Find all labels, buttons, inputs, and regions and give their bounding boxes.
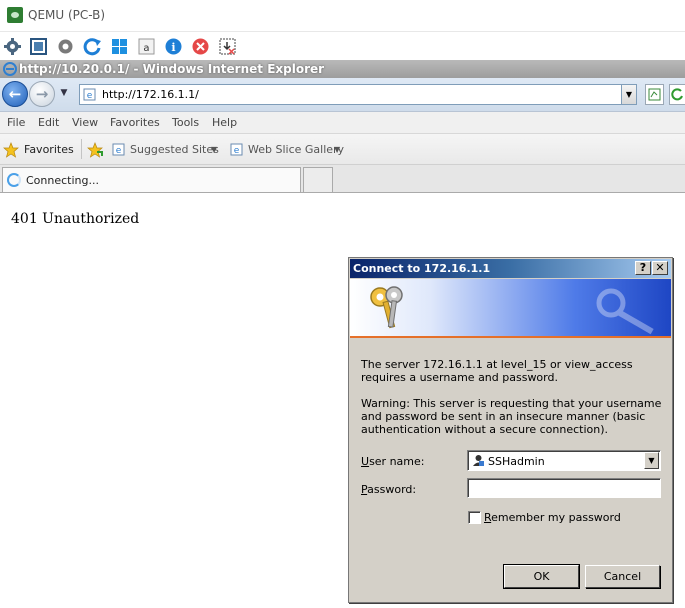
dialog-title: Connect to 172.16.1.1	[353, 262, 491, 275]
svg-text:e: e	[234, 146, 240, 156]
qemu-toolbar: a i	[0, 33, 685, 60]
web-slice-gallery-link[interactable]: Web Slice Gallery	[248, 143, 344, 156]
dialog-help-button[interactable]: ?	[635, 261, 651, 275]
remember-password-checkbox[interactable]	[468, 511, 481, 524]
dialog-warning: Warning: This server is requesting that …	[361, 397, 662, 436]
menu-view[interactable]: View	[72, 116, 98, 129]
back-button[interactable]: ←	[2, 81, 28, 107]
username-dropdown-icon[interactable]: ▼	[644, 452, 659, 469]
menu-help[interactable]: Help	[212, 116, 237, 129]
dialog-message: The server 172.16.1.1 at level_15 or vie…	[361, 358, 633, 384]
dialog-title-bar[interactable]: Connect to 172.16.1.1 ? ✕	[350, 259, 671, 278]
dialog-close-button[interactable]: ✕	[652, 261, 668, 275]
fullscreen-icon[interactable]	[29, 37, 48, 56]
svg-text:e: e	[87, 91, 93, 101]
dialog-banner	[350, 279, 671, 338]
forward-arrow-icon: →	[35, 85, 49, 103]
username-label: User name:	[361, 455, 424, 468]
info-icon[interactable]: i	[164, 37, 183, 56]
suggested-sites-icon: e	[112, 143, 125, 156]
address-text[interactable]: http://172.16.1.1/	[102, 88, 199, 101]
password-label: Password:	[361, 483, 416, 496]
gear-icon[interactable]	[56, 37, 75, 56]
favorites-label: Favorites	[24, 143, 74, 156]
browser-title-bar: http://10.20.0.1/ - Windows Internet Exp…	[0, 60, 685, 78]
remember-label-rest: emember my password	[491, 511, 621, 524]
ok-button[interactable]: OK	[503, 564, 580, 589]
web-slice-dropdown-icon[interactable]: ▼	[334, 145, 340, 154]
username-value[interactable]: SSHadmin	[488, 455, 545, 468]
auth-dialog: Connect to 172.16.1.1 ? ✕ The server 172…	[348, 257, 673, 603]
password-label-rest: assword:	[367, 483, 417, 496]
page-heading: 401 Unauthorized	[11, 211, 140, 227]
favorites-bar: Favorites e Suggested Sites ▼ e Web Slic…	[0, 134, 685, 165]
suggested-sites-dropdown-icon[interactable]: ▼	[211, 145, 217, 154]
recent-pages-dropdown-icon[interactable]: ▼	[58, 88, 70, 100]
svg-text:i: i	[171, 41, 175, 54]
address-bar[interactable]: e http://172.16.1.1/ ▼	[79, 84, 637, 105]
menu-favorites[interactable]: Favorites	[110, 116, 160, 129]
suggested-sites-link[interactable]: Suggested Sites	[130, 143, 219, 156]
windows-logo-icon[interactable]	[110, 37, 129, 56]
screenshot-icon[interactable]	[218, 37, 237, 56]
page-icon: e	[83, 88, 96, 101]
remember-password-label[interactable]: Remember my password	[484, 511, 621, 524]
menu-tools[interactable]: Tools	[172, 116, 199, 129]
stop-icon[interactable]	[191, 37, 210, 56]
refresh-arrows-icon	[671, 88, 683, 101]
keys-icon	[370, 286, 403, 329]
back-arrow-icon: ←	[8, 85, 22, 103]
add-to-favorites-icon[interactable]	[87, 142, 103, 158]
address-dropdown-icon[interactable]: ▼	[621, 85, 636, 104]
cancel-button[interactable]: Cancel	[585, 565, 660, 588]
internet-explorer-icon	[3, 62, 17, 76]
compatibility-view-button[interactable]	[645, 84, 664, 105]
tab-connecting[interactable]: Connecting...	[2, 167, 301, 192]
new-tab-button[interactable]	[303, 167, 333, 192]
keyboard-a-icon[interactable]: a	[137, 37, 156, 56]
compatibility-view-icon	[648, 88, 661, 101]
username-label-rest: ser name:	[369, 455, 425, 468]
qemu-window-title: QEMU (PC-B)	[28, 8, 106, 22]
settings-cog-icon[interactable]	[3, 37, 22, 56]
username-combobox[interactable]: SSHadmin ▼	[467, 450, 661, 471]
username-label-mnemonic: U	[361, 455, 370, 468]
star-icon	[3, 142, 19, 158]
forward-button[interactable]: →	[29, 81, 55, 107]
menu-file[interactable]: File	[7, 116, 25, 129]
password-field[interactable]	[467, 478, 661, 498]
banner-keys-watermark-icon	[596, 288, 654, 335]
tab-row: Connecting...	[0, 165, 685, 193]
svg-text:e: e	[116, 146, 122, 156]
qemu-app-icon	[7, 7, 23, 23]
user-icon	[473, 455, 484, 466]
menu-edit[interactable]: Edit	[38, 116, 59, 129]
browser-window-title: http://10.20.0.1/ - Windows Internet Exp…	[19, 62, 325, 76]
favorites-divider	[81, 139, 82, 159]
web-slice-icon: e	[230, 143, 243, 156]
svg-text:a: a	[143, 43, 149, 54]
menu-bar: File Edit View Favorites Tools Help	[0, 112, 685, 134]
refresh-icon[interactable]	[83, 37, 102, 56]
loading-spinner-icon	[7, 173, 21, 187]
tab-label: Connecting...	[26, 174, 99, 187]
qemu-title-bar: QEMU (PC-B)	[0, 0, 685, 32]
refresh-button[interactable]	[669, 84, 685, 105]
